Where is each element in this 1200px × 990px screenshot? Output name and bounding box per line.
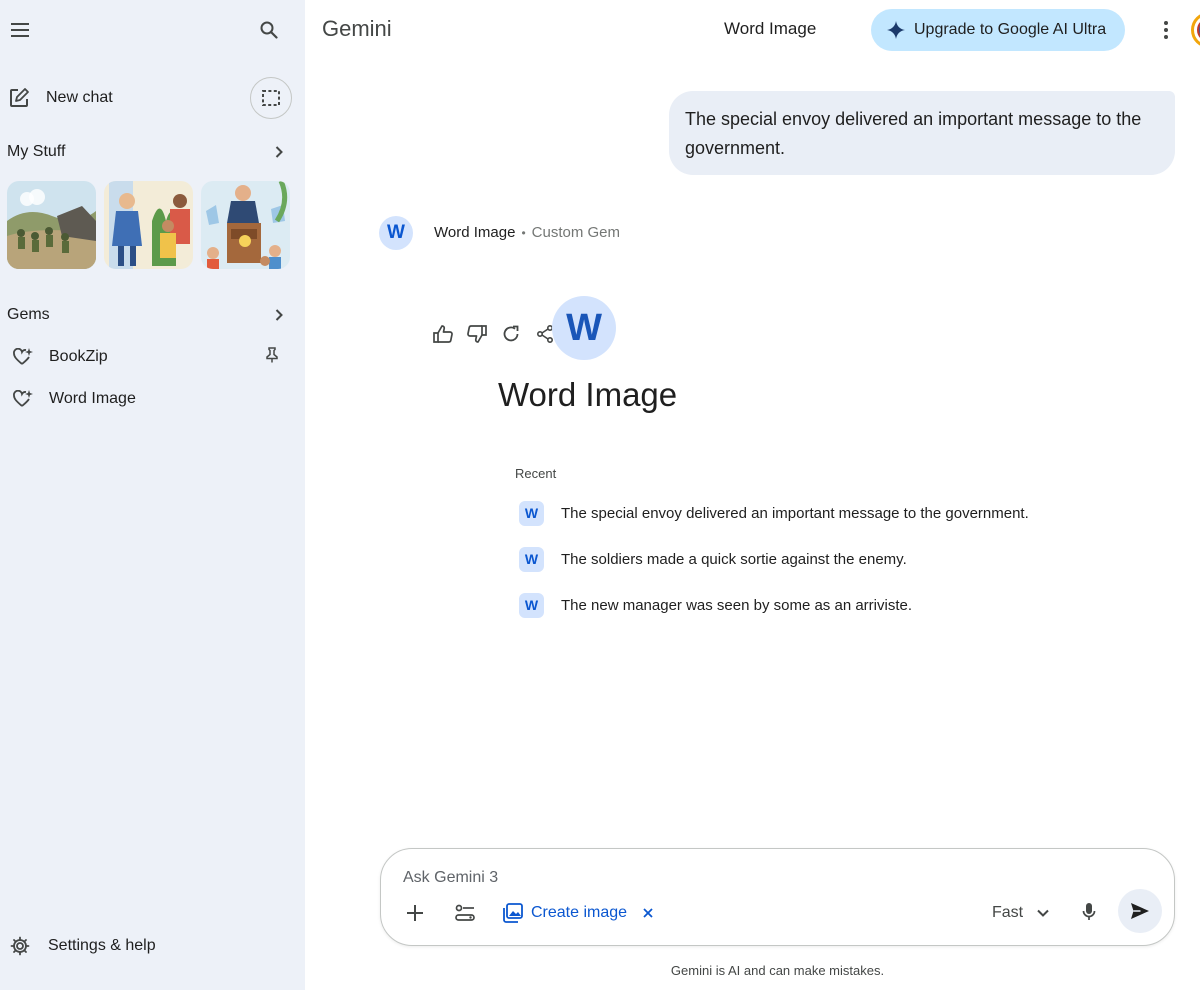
- thumbs-up-icon: [433, 325, 453, 343]
- gem-avatar-large: W: [552, 296, 616, 360]
- chevron-down-icon: [1037, 909, 1049, 917]
- share-icon: [537, 325, 553, 343]
- send-button[interactable]: [1118, 889, 1162, 933]
- plus-icon: [407, 905, 423, 921]
- menu-button[interactable]: [4, 12, 36, 48]
- menu-icon: [11, 23, 29, 37]
- thumbnail-speaker[interactable]: [201, 181, 290, 269]
- recent-item-text: The soldiers made a quick sortie against…: [561, 550, 907, 568]
- disclaimer: Gemini is AI and can make mistakes.: [670, 963, 885, 978]
- temporary-chat-button[interactable]: [250, 77, 292, 119]
- response-meta: Word Image • Custom Gem: [434, 224, 620, 241]
- tune-icon: [455, 904, 475, 921]
- recent-item-text: The special envoy delivered an important…: [561, 504, 1029, 522]
- app-title[interactable]: Gemini: [322, 16, 392, 42]
- sparkle-icon: [887, 21, 905, 39]
- my-stuff-label: My Stuff: [7, 143, 66, 160]
- microphone-button[interactable]: [1077, 898, 1101, 926]
- search-button[interactable]: [252, 12, 286, 48]
- gem-title: Word Image: [724, 19, 817, 38]
- my-stuff-thumbnails: [7, 181, 290, 269]
- user-message-bubble: The special envoy delivered an important…: [669, 91, 1175, 175]
- gem-badge: W: [519, 592, 544, 618]
- account-avatar[interactable]: [1191, 12, 1200, 48]
- thumbnail-soldiers[interactable]: [7, 181, 96, 269]
- create-image-chip[interactable]: Create image: [503, 900, 653, 926]
- gear-icon: [10, 936, 30, 956]
- more-options-button[interactable]: [1153, 14, 1179, 46]
- chevron-right-icon: [275, 309, 283, 321]
- prompt-input[interactable]: [403, 867, 1003, 889]
- gem-item-label: Word Image: [49, 390, 136, 407]
- meta-separator: •: [521, 225, 526, 240]
- edit-square-icon: [10, 88, 29, 107]
- send-icon: [1131, 903, 1149, 919]
- temporary-chat-icon: [262, 90, 280, 106]
- more-vert-icon: [1164, 21, 1168, 39]
- settings-label: Settings & help: [48, 937, 156, 954]
- gem-item-word-image[interactable]: Word Image: [12, 384, 288, 414]
- regenerate-button[interactable]: [500, 322, 522, 346]
- upgrade-button[interactable]: Upgrade to Google AI Ultra: [871, 9, 1125, 51]
- create-image-label: Create image: [531, 904, 628, 921]
- response-gem-name: Word Image: [434, 224, 516, 241]
- search-icon: [260, 21, 278, 39]
- chevron-right-icon: [275, 146, 283, 158]
- sidebar: New chat My Stuff Gems BookZip Word Imag…: [0, 0, 305, 990]
- gems-header[interactable]: Gems: [7, 303, 283, 327]
- gem-badge: W: [519, 500, 544, 526]
- new-chat-button[interactable]: New chat: [8, 80, 113, 116]
- pin-icon[interactable]: [266, 346, 278, 368]
- refresh-icon: [503, 325, 519, 342]
- image-icon: [503, 903, 523, 923]
- response-actions: [432, 322, 556, 346]
- recent-item[interactable]: W The special envoy delivered an importa…: [519, 500, 1029, 526]
- close-icon[interactable]: [643, 908, 653, 918]
- recent-label: Recent: [515, 466, 557, 481]
- gem-item-bookzip[interactable]: BookZip: [12, 342, 288, 372]
- response-gem-type: Custom Gem: [531, 224, 620, 241]
- recent-item[interactable]: W The new manager was seen by some as an…: [519, 592, 912, 618]
- recent-item[interactable]: W The soldiers made a quick sortie again…: [519, 546, 907, 572]
- recent-item-text: The new manager was seen by some as an a…: [561, 596, 912, 614]
- new-chat-label: New chat: [46, 89, 113, 106]
- my-stuff-header[interactable]: My Stuff: [7, 140, 283, 164]
- add-files-button[interactable]: [401, 899, 429, 927]
- response-gem-avatar: W: [379, 216, 413, 250]
- gem-icon: [12, 348, 34, 366]
- thumbs-up-button[interactable]: [432, 322, 454, 346]
- gem-intro-title: Word Image: [498, 376, 678, 413]
- model-label: Fast: [992, 904, 1024, 921]
- gems-label: Gems: [7, 306, 50, 323]
- model-selector[interactable]: Fast: [992, 900, 1049, 926]
- mic-icon: [1082, 903, 1096, 920]
- gem-item-label: BookZip: [49, 348, 108, 365]
- thumbs-down-button[interactable]: [466, 322, 488, 346]
- upgrade-label: Upgrade to Google AI Ultra: [914, 21, 1107, 38]
- tools-button[interactable]: [451, 899, 479, 927]
- thumbs-down-icon: [467, 325, 487, 343]
- settings-help-button[interactable]: Settings & help: [10, 932, 156, 960]
- gem-badge: W: [519, 546, 544, 572]
- gem-icon: [12, 390, 34, 408]
- thumbnail-envoy[interactable]: [104, 181, 193, 269]
- prompt-input-box: Create image Fast: [380, 848, 1175, 946]
